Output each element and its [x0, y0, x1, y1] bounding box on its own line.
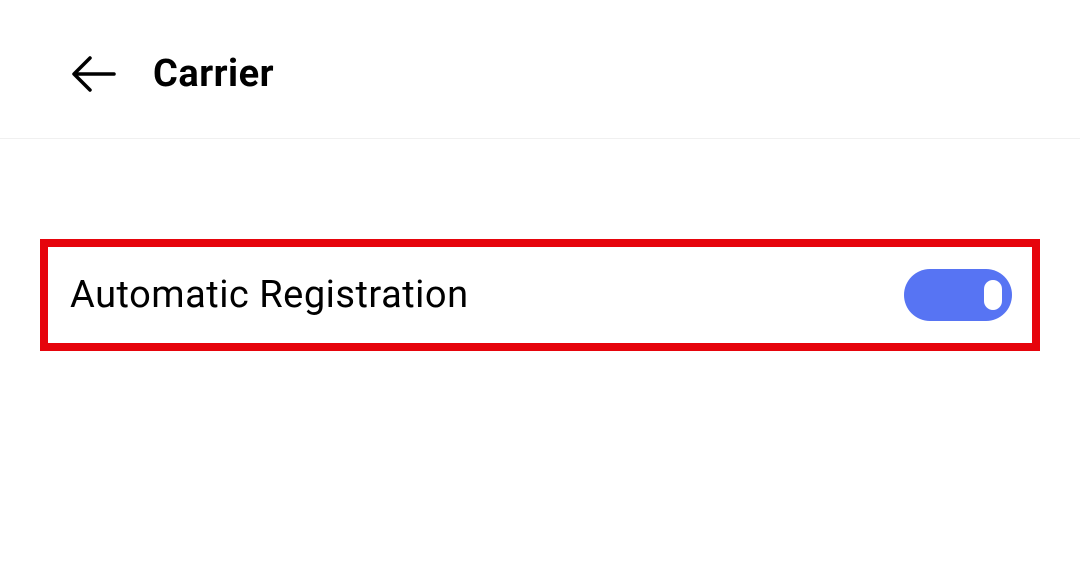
toggle-automatic-registration[interactable]: [904, 269, 1012, 321]
back-arrow-icon[interactable]: [70, 50, 118, 98]
setting-row-automatic-registration[interactable]: Automatic Registration: [40, 239, 1040, 351]
setting-label: Automatic Registration: [70, 273, 469, 317]
toggle-knob: [984, 280, 1002, 310]
header-bar: Carrier: [0, 0, 1080, 139]
page-title: Carrier: [153, 52, 274, 96]
settings-list: Automatic Registration: [0, 139, 1080, 351]
